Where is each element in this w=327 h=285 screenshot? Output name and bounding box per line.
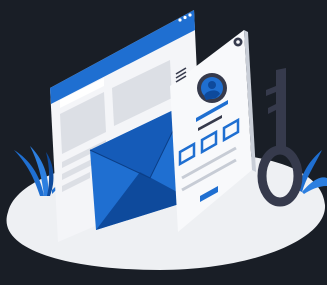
plant-icon bbox=[298, 150, 327, 194]
avatar bbox=[197, 73, 227, 103]
gear-icon bbox=[233, 37, 243, 47]
illustration-stage bbox=[0, 0, 327, 285]
security-login-illustration bbox=[6, 10, 327, 270]
